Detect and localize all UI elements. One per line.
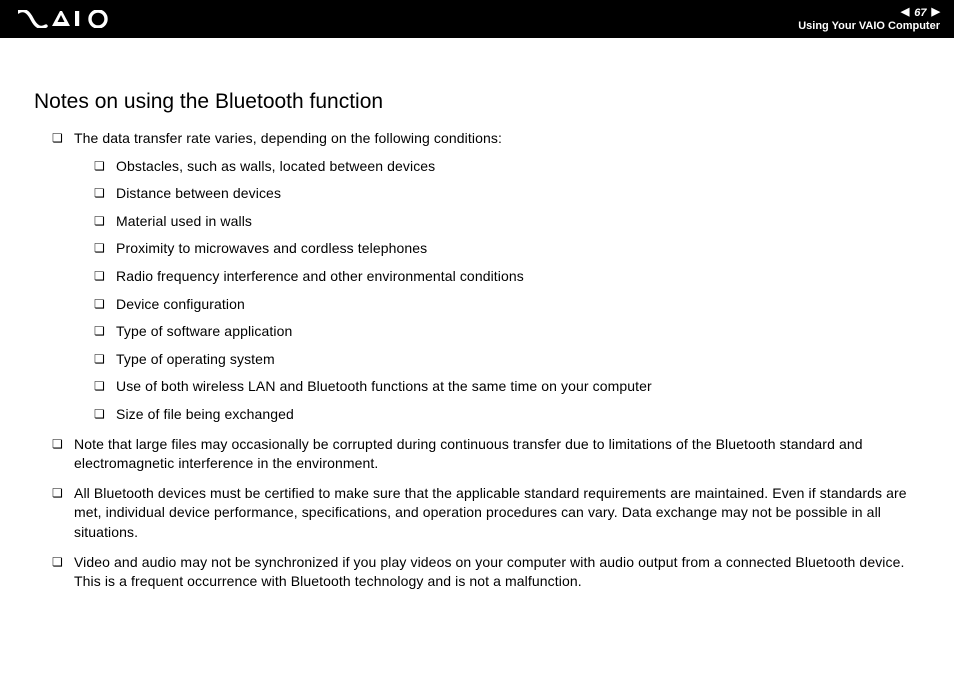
- list-item: Size of file being exchanged: [94, 405, 926, 425]
- bullet-list: The data transfer rate varies, depending…: [34, 129, 926, 592]
- list-item: Type of software application: [94, 322, 926, 342]
- prev-page-icon[interactable]: ◀: [901, 7, 909, 18]
- list-item: Video and audio may not be synchronized …: [52, 553, 926, 592]
- next-page-icon[interactable]: ▶: [932, 7, 940, 18]
- list-item: Use of both wireless LAN and Bluetooth f…: [94, 377, 926, 397]
- content-heading: Notes on using the Bluetooth function: [34, 90, 926, 114]
- list-item: Obstacles, such as walls, located betwee…: [94, 157, 926, 177]
- list-item: Type of operating system: [94, 350, 926, 370]
- header-right: ◀ 67 ▶ Using Your VAIO Computer: [798, 7, 940, 32]
- list-item: Material used in walls: [94, 212, 926, 232]
- list-item: Radio frequency interference and other e…: [94, 267, 926, 287]
- page-content: Notes on using the Bluetooth function Th…: [0, 38, 954, 592]
- list-item: The data transfer rate varies, depending…: [52, 129, 926, 425]
- page-navigator: ◀ 67 ▶: [901, 7, 940, 19]
- list-item: Note that large files may occasionally b…: [52, 435, 926, 474]
- page-header: ◀ 67 ▶ Using Your VAIO Computer: [0, 0, 954, 38]
- section-title: Using Your VAIO Computer: [798, 20, 940, 32]
- page-number: 67: [914, 7, 926, 19]
- vaio-logo: [18, 0, 114, 38]
- list-item: Proximity to microwaves and cordless tel…: [94, 239, 926, 259]
- list-item: All Bluetooth devices must be certified …: [52, 484, 926, 543]
- sub-bullet-list: Obstacles, such as walls, located betwee…: [74, 157, 926, 425]
- list-item-text: The data transfer rate varies, depending…: [74, 130, 502, 146]
- list-item: Distance between devices: [94, 184, 926, 204]
- list-item: Device configuration: [94, 295, 926, 315]
